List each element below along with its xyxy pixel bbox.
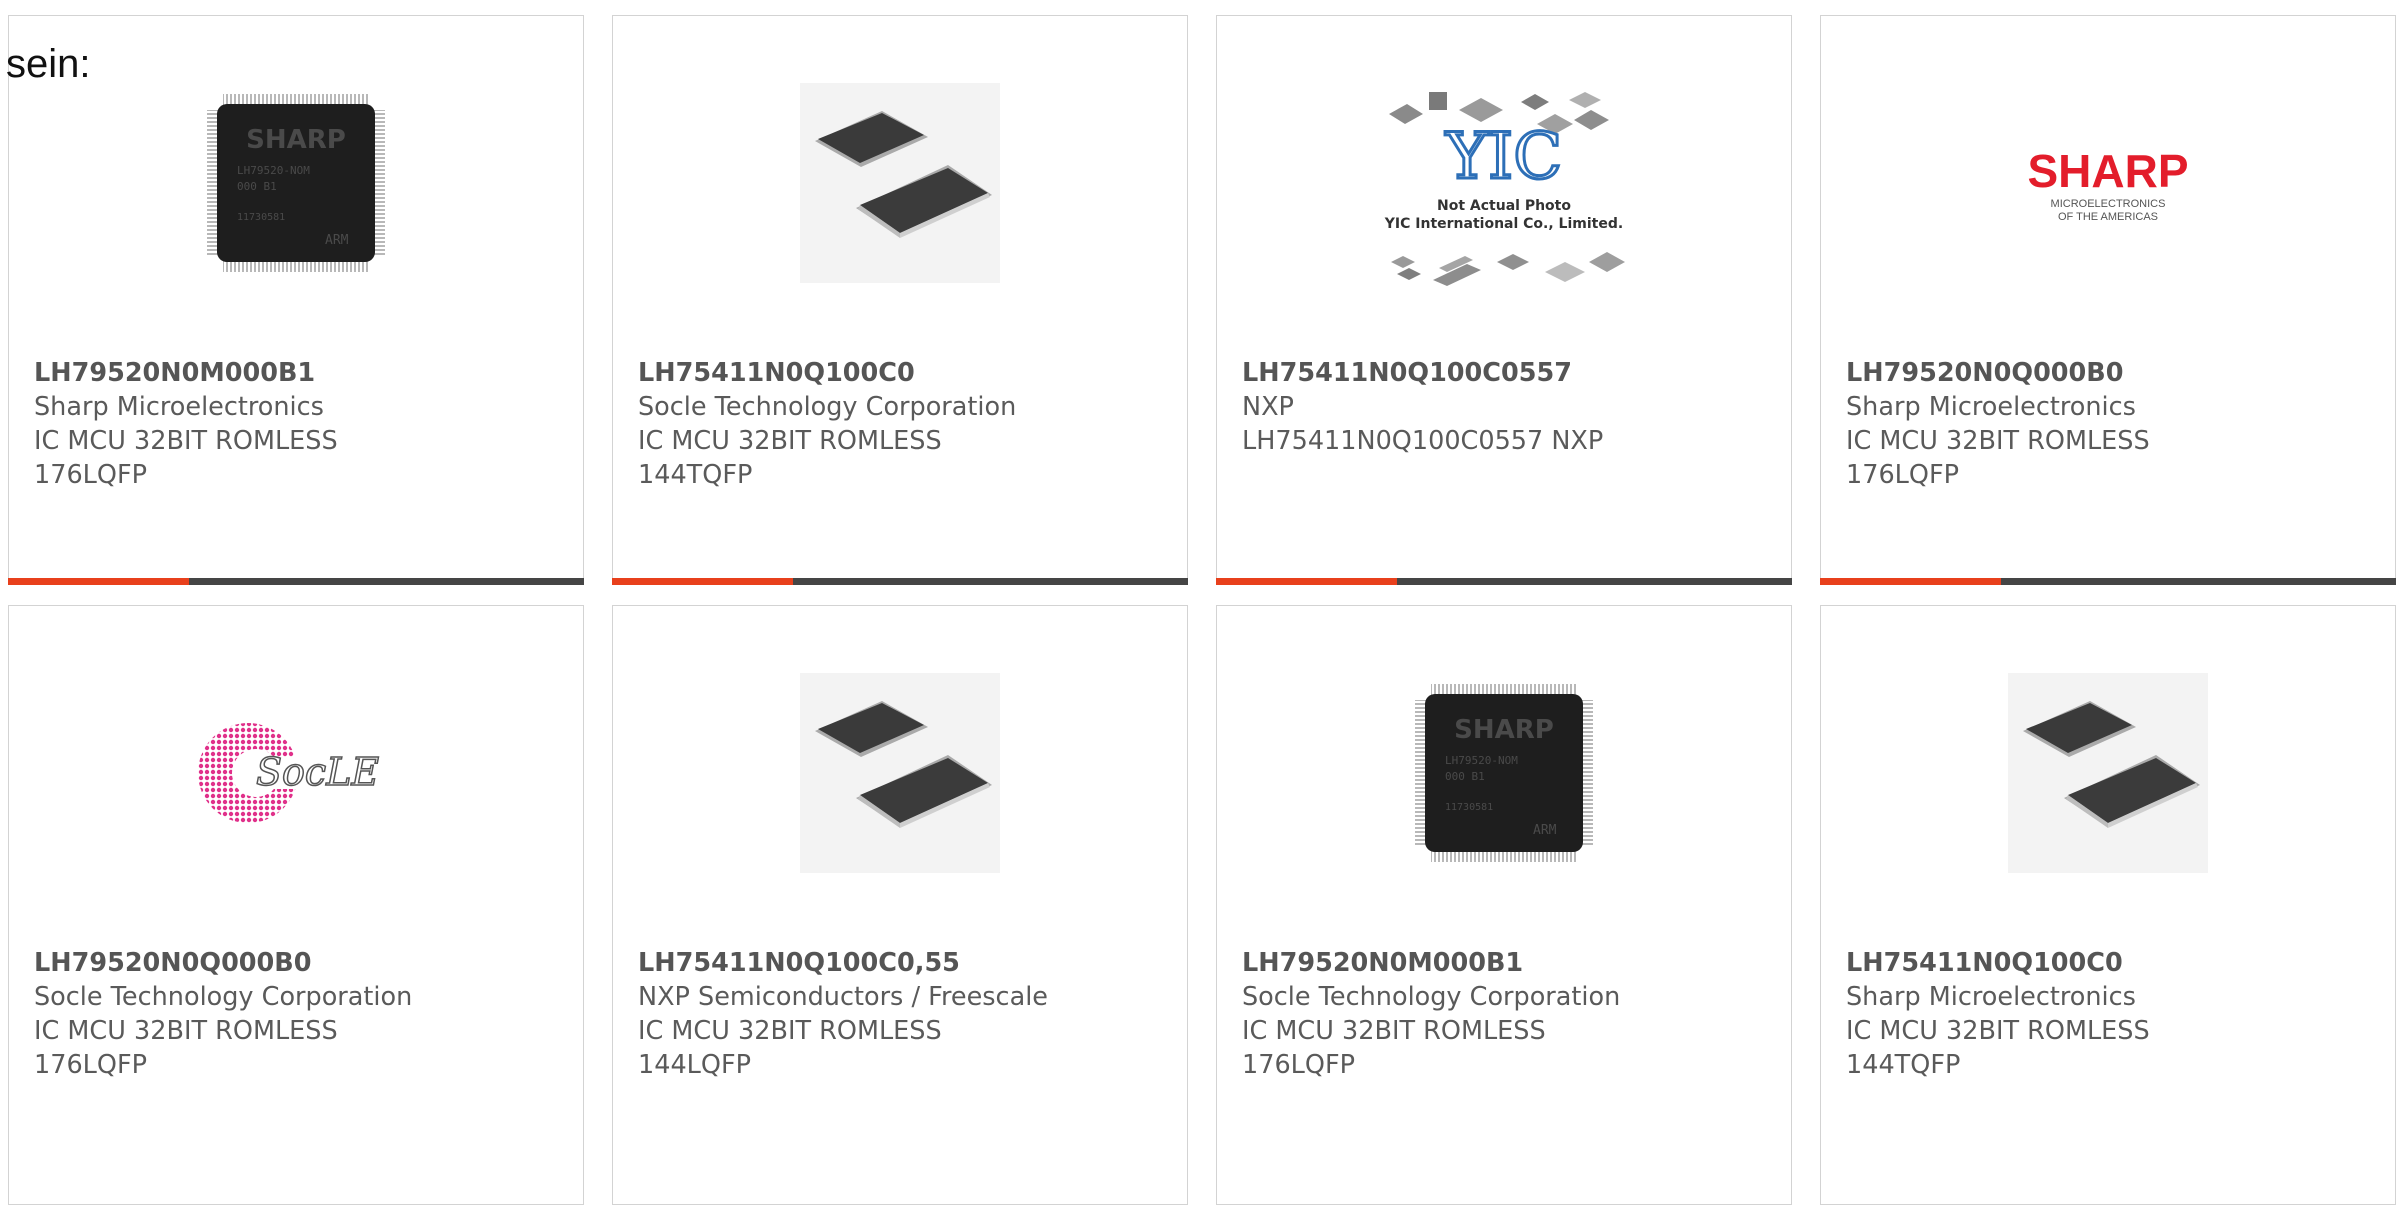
product-description: LH75411N0Q100C0557 NXP [1242, 426, 1604, 456]
card-accent-bar [1820, 578, 2396, 585]
product-card[interactable]: YIC Not Actual Photo YIC International C… [1216, 15, 1792, 585]
part-number[interactable]: LH79520N0Q000B0 [34, 946, 563, 980]
part-number[interactable]: LH75411N0Q100C0557 [1242, 356, 1771, 390]
manufacturer-name: NXP Semiconductors / Freescale [638, 982, 1048, 1012]
svg-text:ARM: ARM [1533, 823, 1557, 838]
product-image[interactable]: SHARP LH79520-NOM 000 B1 11730581 ARM [196, 83, 396, 283]
product-info: LH79520N0M000B1 Sharp Microelectronics I… [34, 356, 563, 492]
svg-text:LH79520-NOM: LH79520-NOM [1445, 754, 1518, 767]
product-info: LH79520N0Q000B0 Sharp Microelectronics I… [1846, 356, 2375, 492]
product-info: LH75411N0Q100C0 Sharp Microelectronics I… [1846, 946, 2375, 1082]
chip-package-icon [800, 83, 1000, 283]
product-description: IC MCU 32BIT ROMLESS 176LQFP [1846, 426, 2150, 490]
svg-text:11730581: 11730581 [237, 212, 285, 223]
card-accent-bar [1216, 578, 1792, 585]
manufacturer-name: Socle Technology Corporation [638, 392, 1017, 422]
card-accent-fill [8, 578, 190, 585]
intro-text: sein: [6, 42, 91, 86]
part-number[interactable]: LH79520N0Q000B0 [1846, 356, 2375, 390]
product-image[interactable] [800, 83, 1000, 283]
svg-text:MICROELECTRONICS: MICROELECTRONICS [2051, 198, 2166, 210]
product-info: LH75411N0Q100C0 Socle Technology Corpora… [638, 356, 1167, 492]
chip-package-icon [800, 673, 1000, 873]
card-accent-fill [612, 578, 794, 585]
card-accent-fill [1820, 578, 2002, 585]
product-description: IC MCU 32BIT ROMLESS 144TQFP [1846, 1016, 2150, 1080]
product-info: LH79520N0M000B1 Socle Technology Corpora… [1242, 946, 1771, 1082]
sharp-logo-icon: SHARP MICROELECTRONICS OF THE AMERICAS [2027, 145, 2188, 223]
product-description: IC MCU 32BIT ROMLESS 144TQFP [638, 426, 942, 490]
product-description: IC MCU 32BIT ROMLESS 176LQFP [34, 1016, 338, 1080]
product-image[interactable] [800, 673, 1000, 873]
part-number[interactable]: LH79520N0M000B1 [34, 356, 563, 390]
svg-text:000 B1: 000 B1 [1445, 770, 1485, 783]
svg-text:YIC International Co., Limited: YIC International Co., Limited. [1384, 216, 1623, 232]
manufacturer-name: Sharp Microelectronics [1846, 982, 2136, 1012]
product-info: LH79520N0Q000B0 Socle Technology Corpora… [34, 946, 563, 1082]
product-card[interactable]: SocLE LH79520N0Q000B0 Socle Technology C… [8, 605, 584, 1205]
product-image[interactable]: YIC Not Actual Photo YIC International C… [1369, 66, 1639, 306]
manufacturer-name: Socle Technology Corporation [1242, 982, 1621, 1012]
svg-text:SHARP: SHARP [2027, 145, 2188, 197]
chip-photo-icon: SHARP LH79520-NOM 000 B1 11730581 ARM [1415, 684, 1593, 862]
svg-text:000 B1: 000 B1 [237, 180, 277, 193]
product-card[interactable]: SHARP LH79520-NOM 000 B1 11730581 ARM LH… [1216, 605, 1792, 1205]
svg-text:Not Actual Photo: Not Actual Photo [1437, 198, 1571, 214]
product-image[interactable]: SHARP MICROELECTRONICS OF THE AMERICAS [1998, 83, 2218, 283]
part-number[interactable]: LH75411N0Q100C0 [1846, 946, 2375, 980]
chip-package-icon [2008, 673, 2208, 873]
product-description: IC MCU 32BIT ROMLESS 144LQFP [638, 1016, 942, 1080]
manufacturer-name: Socle Technology Corporation [34, 982, 413, 1012]
product-card[interactable]: LH75411N0Q100C0,55 NXP Semiconductors / … [612, 605, 1188, 1205]
product-info: LH75411N0Q100C0557 NXP LH75411N0Q100C055… [1242, 356, 1771, 458]
product-card[interactable]: LH75411N0Q100C0 Socle Technology Corpora… [612, 15, 1188, 585]
product-image[interactable]: SocLE [186, 673, 406, 873]
part-number[interactable]: LH79520N0M000B1 [1242, 946, 1771, 980]
product-info: LH75411N0Q100C0,55 NXP Semiconductors / … [638, 946, 1167, 1082]
svg-text:ARM: ARM [325, 233, 349, 248]
product-description: IC MCU 32BIT ROMLESS 176LQFP [34, 426, 338, 490]
product-card[interactable]: LH75411N0Q100C0 Sharp Microelectronics I… [1820, 605, 2396, 1205]
part-number[interactable]: LH75411N0Q100C0,55 [638, 946, 1167, 980]
manufacturer-name: NXP [1242, 392, 1294, 422]
product-card[interactable]: SHARP MICROELECTRONICS OF THE AMERICAS L… [1820, 15, 2396, 585]
svg-text:YIC: YIC [1445, 120, 1563, 194]
product-card[interactable]: SHARP LH79520-NOM 000 B1 11730581 ARM LH… [8, 15, 584, 585]
manufacturer-name: Sharp Microelectronics [34, 392, 324, 422]
svg-text:OF THE AMERICAS: OF THE AMERICAS [2058, 211, 2158, 223]
chip-photo-icon: SHARP LH79520-NOM 000 B1 11730581 ARM [207, 94, 385, 272]
card-accent-bar [612, 578, 1188, 585]
svg-text:SHARP: SHARP [246, 125, 346, 155]
card-accent-fill [1216, 578, 1398, 585]
not-actual-photo-placeholder-icon: YIC Not Actual Photo YIC International C… [1384, 92, 1625, 286]
part-number[interactable]: LH75411N0Q100C0 [638, 356, 1167, 390]
product-image[interactable] [2008, 673, 2208, 873]
svg-text:SHARP: SHARP [1454, 715, 1554, 745]
socle-logo-icon: SocLE [198, 723, 380, 823]
svg-text:11730581: 11730581 [1445, 802, 1493, 813]
product-image[interactable]: SHARP LH79520-NOM 000 B1 11730581 ARM [1404, 673, 1604, 873]
product-description: IC MCU 32BIT ROMLESS 176LQFP [1242, 1016, 1546, 1080]
svg-text:LH79520-NOM: LH79520-NOM [237, 164, 310, 177]
card-accent-bar [8, 578, 584, 585]
svg-text:SocLE: SocLE [256, 750, 379, 794]
manufacturer-name: Sharp Microelectronics [1846, 392, 2136, 422]
